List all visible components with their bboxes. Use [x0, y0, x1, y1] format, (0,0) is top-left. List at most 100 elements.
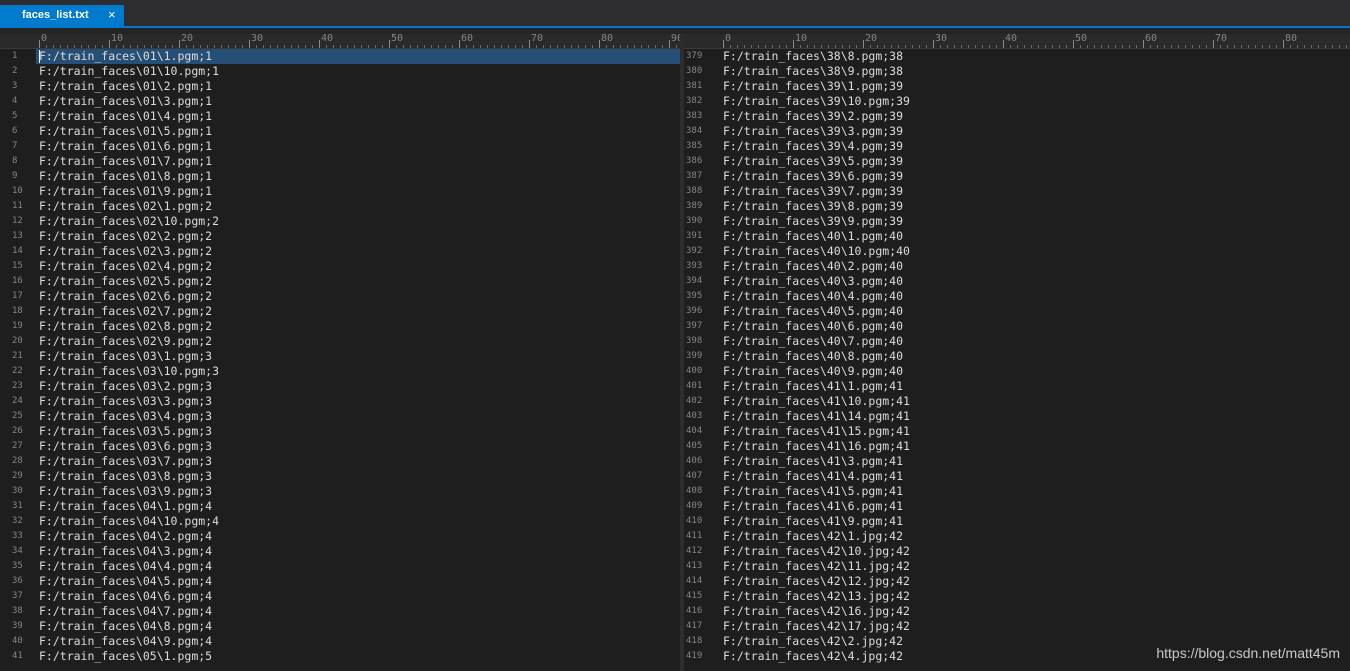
code-line[interactable]: F:/train_faces\40\6.pgm;40 [720, 319, 1350, 334]
code-line[interactable]: F:/train_faces\41\4.pgm;41 [720, 469, 1350, 484]
code-line[interactable]: F:/train_faces\04\2.pgm;4 [36, 529, 680, 544]
code-line[interactable]: F:/train_faces\03\4.pgm;3 [36, 409, 680, 424]
ruler-tick [723, 40, 724, 48]
code-line[interactable]: F:/train_faces\41\10.pgm;41 [720, 394, 1350, 409]
code-line[interactable]: F:/train_faces\41\6.pgm;41 [720, 499, 1350, 514]
code-line[interactable]: F:/train_faces\40\10.pgm;40 [720, 244, 1350, 259]
code-line[interactable]: F:/train_faces\04\4.pgm;4 [36, 559, 680, 574]
code-line[interactable]: F:/train_faces\40\3.pgm;40 [720, 274, 1350, 289]
code-line[interactable]: F:/train_faces\01\7.pgm;1 [36, 154, 680, 169]
code-line[interactable]: F:/train_faces\01\4.pgm;1 [36, 109, 680, 124]
code-line[interactable]: F:/train_faces\04\1.pgm;4 [36, 499, 680, 514]
code-line[interactable]: F:/train_faces\42\16.jpg;42 [720, 604, 1350, 619]
close-icon[interactable]: × [108, 7, 116, 22]
code-line[interactable]: F:/train_faces\39\6.pgm;39 [720, 169, 1350, 184]
code-line[interactable]: F:/train_faces\03\6.pgm;3 [36, 439, 680, 454]
code-line[interactable]: F:/train_faces\04\6.pgm;4 [36, 589, 680, 604]
code-line[interactable]: F:/train_faces\42\17.jpg;42 [720, 619, 1350, 634]
code-line[interactable]: F:/train_faces\39\4.pgm;39 [720, 139, 1350, 154]
code-line[interactable]: F:/train_faces\40\1.pgm;40 [720, 229, 1350, 244]
code-line[interactable]: F:/train_faces\02\2.pgm;2 [36, 229, 680, 244]
code-line[interactable]: F:/train_faces\41\1.pgm;41 [720, 379, 1350, 394]
ruler-label: 80 [601, 33, 614, 44]
code-line[interactable]: F:/train_faces\01\6.pgm;1 [36, 139, 680, 154]
code-line[interactable]: F:/train_faces\39\1.pgm;39 [720, 79, 1350, 94]
code-line[interactable]: F:/train_faces\41\14.pgm;41 [720, 409, 1350, 424]
code-line[interactable]: F:/train_faces\42\12.jpg;42 [720, 574, 1350, 589]
code-line[interactable]: F:/train_faces\39\9.pgm;39 [720, 214, 1350, 229]
code-line[interactable]: F:/train_faces\02\7.pgm;2 [36, 304, 680, 319]
code-line[interactable]: F:/train_faces\41\9.pgm;41 [720, 514, 1350, 529]
tab-faces-list[interactable]: faces_list.txt × [0, 5, 124, 26]
code-line[interactable]: F:/train_faces\42\1.jpg;42 [720, 529, 1350, 544]
code-line[interactable]: F:/train_faces\03\1.pgm;3 [36, 349, 680, 364]
code-line[interactable]: F:/train_faces\38\8.pgm;38 [720, 49, 1350, 64]
code-line[interactable]: F:/train_faces\41\15.pgm;41 [720, 424, 1350, 439]
code-line[interactable]: F:/train_faces\02\8.pgm;2 [36, 319, 680, 334]
code-line[interactable]: F:/train_faces\03\8.pgm;3 [36, 469, 680, 484]
code-line[interactable]: F:/train_faces\40\4.pgm;40 [720, 289, 1350, 304]
code-line[interactable]: F:/train_faces\39\2.pgm;39 [720, 109, 1350, 124]
editor-pane-right[interactable]: 0 10 20 30 40 50 60 70 80 379 380 381 382 383 384 385 3… [684, 33, 1350, 671]
code-line[interactable]: F:/train_faces\38\9.pgm;38 [720, 64, 1350, 79]
code-line[interactable]: F:/train_faces\05\1.pgm;5 [36, 649, 680, 664]
code-line[interactable]: F:/train_faces\40\5.pgm;40 [720, 304, 1350, 319]
code-line[interactable]: F:/train_faces\39\5.pgm;39 [720, 154, 1350, 169]
code-area[interactable]: F:/train_faces\01\1.pgm;1 F:/train_faces\… [36, 49, 680, 671]
code-line[interactable]: F:/train_faces\40\7.pgm;40 [720, 334, 1350, 349]
code-line[interactable]: F:/train_faces\01\2.pgm;1 [36, 79, 680, 94]
ruler-tick [1304, 45, 1305, 48]
code-line[interactable]: F:/train_faces\02\10.pgm;2 [36, 214, 680, 229]
code-line[interactable]: F:/train_faces\42\13.jpg;42 [720, 589, 1350, 604]
editor-pane-left[interactable]: 0 10 20 30 40 50 60 70 80 90 1 2 3 4 5 6 7 8 9 10 11 12 13 14 1… [0, 33, 683, 671]
code-line[interactable]: F:/train_faces\02\9.pgm;2 [36, 334, 680, 349]
code-line[interactable]: F:/train_faces\01\9.pgm;1 [36, 184, 680, 199]
line-number: 390 [686, 216, 703, 226]
code-line[interactable]: F:/train_faces\39\10.pgm;39 [720, 94, 1350, 109]
code-line[interactable]: F:/train_faces\02\6.pgm;2 [36, 289, 680, 304]
code-line[interactable]: F:/train_faces\04\5.pgm;4 [36, 574, 680, 589]
ruler-tick [522, 45, 523, 48]
code-line[interactable]: F:/train_faces\02\3.pgm;2 [36, 244, 680, 259]
code-line[interactable]: F:/train_faces\01\3.pgm;1 [36, 94, 680, 109]
code-line[interactable]: F:/train_faces\01\10.pgm;1 [36, 64, 680, 79]
code-line[interactable]: F:/train_faces\03\5.pgm;3 [36, 424, 680, 439]
code-line[interactable]: F:/train_faces\01\5.pgm;1 [36, 124, 680, 139]
code-line[interactable]: F:/train_faces\42\11.jpg;42 [720, 559, 1350, 574]
code-line[interactable]: F:/train_faces\04\8.pgm;4 [36, 619, 680, 634]
ruler-tick [1178, 45, 1179, 48]
code-line[interactable]: F:/train_faces\40\8.pgm;40 [720, 349, 1350, 364]
code-line[interactable]: F:/train_faces\02\5.pgm;2 [36, 274, 680, 289]
code-line[interactable]: F:/train_faces\04\7.pgm;4 [36, 604, 680, 619]
code-line[interactable]: F:/train_faces\01\1.pgm;1 [36, 49, 680, 64]
code-line[interactable]: F:/train_faces\03\10.pgm;3 [36, 364, 680, 379]
ruler-tick [814, 45, 815, 48]
ruler-tick [856, 45, 857, 48]
code-line[interactable]: F:/train_faces\03\7.pgm;3 [36, 454, 680, 469]
code-line[interactable]: F:/train_faces\04\9.pgm;4 [36, 634, 680, 649]
code-line[interactable]: F:/train_faces\40\9.pgm;40 [720, 364, 1350, 379]
code-area[interactable]: F:/train_faces\38\8.pgm;38 F:/train_faces… [720, 49, 1350, 671]
ruler-tick [459, 40, 460, 48]
code-line[interactable]: F:/train_faces\39\3.pgm;39 [720, 124, 1350, 139]
ruler-tick [849, 45, 850, 48]
code-line[interactable]: F:/train_faces\39\8.pgm;39 [720, 199, 1350, 214]
code-line[interactable]: F:/train_faces\41\16.pgm;41 [720, 439, 1350, 454]
code-line[interactable]: F:/train_faces\04\3.pgm;4 [36, 544, 680, 559]
line-number: 388 [686, 186, 703, 196]
ruler-tick [102, 45, 103, 48]
code-line[interactable]: F:/train_faces\03\9.pgm;3 [36, 484, 680, 499]
code-line[interactable]: F:/train_faces\03\3.pgm;3 [36, 394, 680, 409]
code-line[interactable]: F:/train_faces\03\2.pgm;3 [36, 379, 680, 394]
code-line[interactable]: F:/train_faces\02\4.pgm;2 [36, 259, 680, 274]
line-number: 396 [686, 306, 703, 316]
code-line[interactable]: F:/train_faces\40\2.pgm;40 [720, 259, 1350, 274]
code-line[interactable]: F:/train_faces\02\1.pgm;2 [36, 199, 680, 214]
code-line[interactable]: F:/train_faces\04\10.pgm;4 [36, 514, 680, 529]
code-line[interactable]: F:/train_faces\01\8.pgm;1 [36, 169, 680, 184]
code-line[interactable]: F:/train_faces\39\7.pgm;39 [720, 184, 1350, 199]
code-line[interactable]: F:/train_faces\41\3.pgm;41 [720, 454, 1350, 469]
code-line[interactable]: F:/train_faces\41\5.pgm;41 [720, 484, 1350, 499]
ruler-tick [193, 45, 194, 48]
code-line[interactable]: F:/train_faces\42\10.jpg;42 [720, 544, 1350, 559]
